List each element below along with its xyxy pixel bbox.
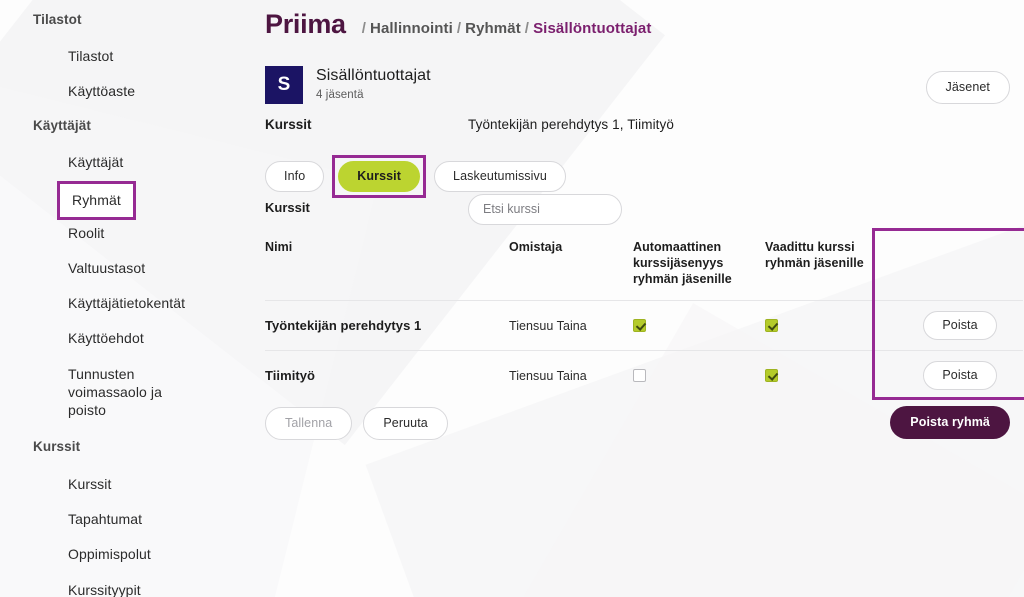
row-delete-button[interactable]: Poista bbox=[923, 361, 997, 390]
app-brand-title[interactable]: Priima bbox=[265, 9, 346, 40]
sidebar-item-kayttoehdot[interactable]: Käyttöehdot bbox=[68, 329, 144, 347]
column-header-nimi: Nimi bbox=[265, 240, 293, 254]
breadcrumb-item-ryhmat[interactable]: Ryhmät bbox=[465, 20, 521, 37]
table-header-row: Nimi Omistaja Automaattinen kurssijäseny… bbox=[265, 230, 1023, 300]
sidebar-item-kurssityypit[interactable]: Kurssityypit bbox=[68, 581, 141, 597]
page-title: Sisällöntuottajat bbox=[316, 67, 431, 84]
checkbox-automaattinen[interactable] bbox=[633, 368, 646, 382]
breadcrumb: / Hallinnointi / Ryhmät / Sisällöntuottajat bbox=[358, 20, 652, 37]
breadcrumb-item-hallinnointi[interactable]: Hallinnointi bbox=[370, 20, 453, 37]
breadcrumb-item-sisallontuottajat[interactable]: Sisällöntuottajat bbox=[533, 20, 651, 37]
tab-kurssit-highlight: Kurssit bbox=[332, 155, 427, 198]
breadcrumb-separator: / bbox=[361, 20, 367, 37]
courses-table: Nimi Omistaja Automaattinen kurssijäseny… bbox=[265, 230, 1023, 400]
app-header: Priima / Hallinnointi / Ryhmät / Sisällöntuot… bbox=[265, 9, 651, 40]
column-header-vaadittu: Vaadittu kurssi ryhmän jäsenille bbox=[765, 240, 864, 270]
table-row: Työntekijän perehdytys 1 Tiensuu Taina P… bbox=[265, 300, 1023, 350]
column-header-automaattinen: Automaattinen kurssijäsenyys ryhmän jäse… bbox=[633, 240, 732, 286]
row-cell-vaadittu bbox=[765, 317, 897, 335]
group-header: S Sisällöntuottajat 4 jäsentä bbox=[265, 66, 431, 104]
search-input[interactable] bbox=[468, 194, 622, 225]
row-delete-button[interactable]: Poista bbox=[923, 311, 997, 340]
sidebar-item-kayttoaste[interactable]: Käyttöaste bbox=[68, 82, 135, 100]
members-button[interactable]: Jäsenet bbox=[925, 71, 1010, 104]
sidebar-group-tilastot: Tilastot bbox=[33, 12, 82, 27]
sidebar-item-tunnusten-voimassaolo[interactable]: Tunnusten voimassaolo ja poisto bbox=[68, 365, 162, 419]
group-meta: Sisällöntuottajat 4 jäsentä bbox=[316, 66, 431, 101]
column-header-omistaja: Omistaja bbox=[509, 240, 563, 254]
sidebar-group-kayttajat: Käyttäjät bbox=[33, 118, 91, 133]
tab-bar: Info Kurssit Laskeutumissivu bbox=[265, 155, 577, 198]
group-courses-summary-label: Kurssit bbox=[265, 117, 312, 132]
footer-actions: Tallenna Peruuta bbox=[265, 407, 459, 440]
save-button[interactable]: Tallenna bbox=[265, 407, 353, 440]
row-course-name: Tiimityö bbox=[265, 368, 316, 383]
table-row: Tiimityö Tiensuu Taina Poista bbox=[265, 350, 1023, 400]
page-root: Tilastot Tilastot Käyttöaste Käyttäjät K… bbox=[0, 0, 1024, 597]
row-course-owner: Tiensuu Taina bbox=[509, 368, 587, 383]
sidebar-group-kurssit: Kurssit bbox=[33, 439, 81, 454]
tab-kurssit[interactable]: Kurssit bbox=[338, 161, 421, 192]
tab-info[interactable]: Info bbox=[265, 161, 325, 192]
checkbox-automaattinen[interactable] bbox=[633, 318, 646, 332]
sidebar-item-tapahtumat[interactable]: Tapahtumat bbox=[68, 510, 142, 528]
sidebar-item-ryhmat[interactable]: Ryhmät bbox=[57, 181, 136, 220]
breadcrumb-separator: / bbox=[524, 20, 530, 37]
sidebar-item-kayttajatietokentat[interactable]: Käyttäjätietokentät bbox=[68, 294, 185, 312]
sidebar-item-kurssit[interactable]: Kurssit bbox=[68, 475, 112, 493]
row-course-owner: Tiensuu Taina bbox=[509, 318, 587, 333]
row-cell-actions: Poista bbox=[897, 361, 1023, 390]
column-header-actions bbox=[897, 230, 1023, 239]
sidebar-navigation: Tilastot Tilastot Käyttöaste Käyttäjät K… bbox=[0, 0, 252, 597]
row-cell-automaattinen bbox=[633, 367, 765, 385]
sidebar-item-valtuustasot[interactable]: Valtuustasot bbox=[68, 259, 145, 277]
sidebar-item-oppimispolut[interactable]: Oppimispolut bbox=[68, 545, 151, 563]
row-cell-vaadittu bbox=[765, 367, 897, 385]
checkbox-vaadittu[interactable] bbox=[765, 318, 778, 332]
courses-section-label: Kurssit bbox=[265, 200, 310, 215]
sidebar-item-roolit[interactable]: Roolit bbox=[68, 224, 104, 242]
group-avatar: S bbox=[265, 66, 303, 104]
cancel-button[interactable]: Peruuta bbox=[363, 407, 448, 440]
group-member-count: 4 jäsentä bbox=[316, 89, 364, 101]
tab-laskeutumissivu[interactable]: Laskeutumissivu bbox=[434, 161, 566, 192]
checkbox-vaadittu[interactable] bbox=[765, 368, 778, 382]
sidebar-item-kayttajat[interactable]: Käyttäjät bbox=[68, 153, 123, 171]
delete-group-button[interactable]: Poista ryhmä bbox=[890, 406, 1010, 439]
row-course-name: Työntekijän perehdytys 1 bbox=[265, 318, 422, 333]
breadcrumb-separator: / bbox=[456, 20, 462, 37]
row-cell-automaattinen bbox=[633, 317, 765, 335]
main-content: Priima / Hallinnointi / Ryhmät / Sisällöntuot… bbox=[252, 0, 1024, 597]
row-cell-actions: Poista bbox=[897, 311, 1023, 340]
group-courses-summary-value: Työntekijän perehdytys 1, Tiimityö bbox=[468, 117, 674, 132]
sidebar-item-tilastot[interactable]: Tilastot bbox=[68, 47, 113, 65]
